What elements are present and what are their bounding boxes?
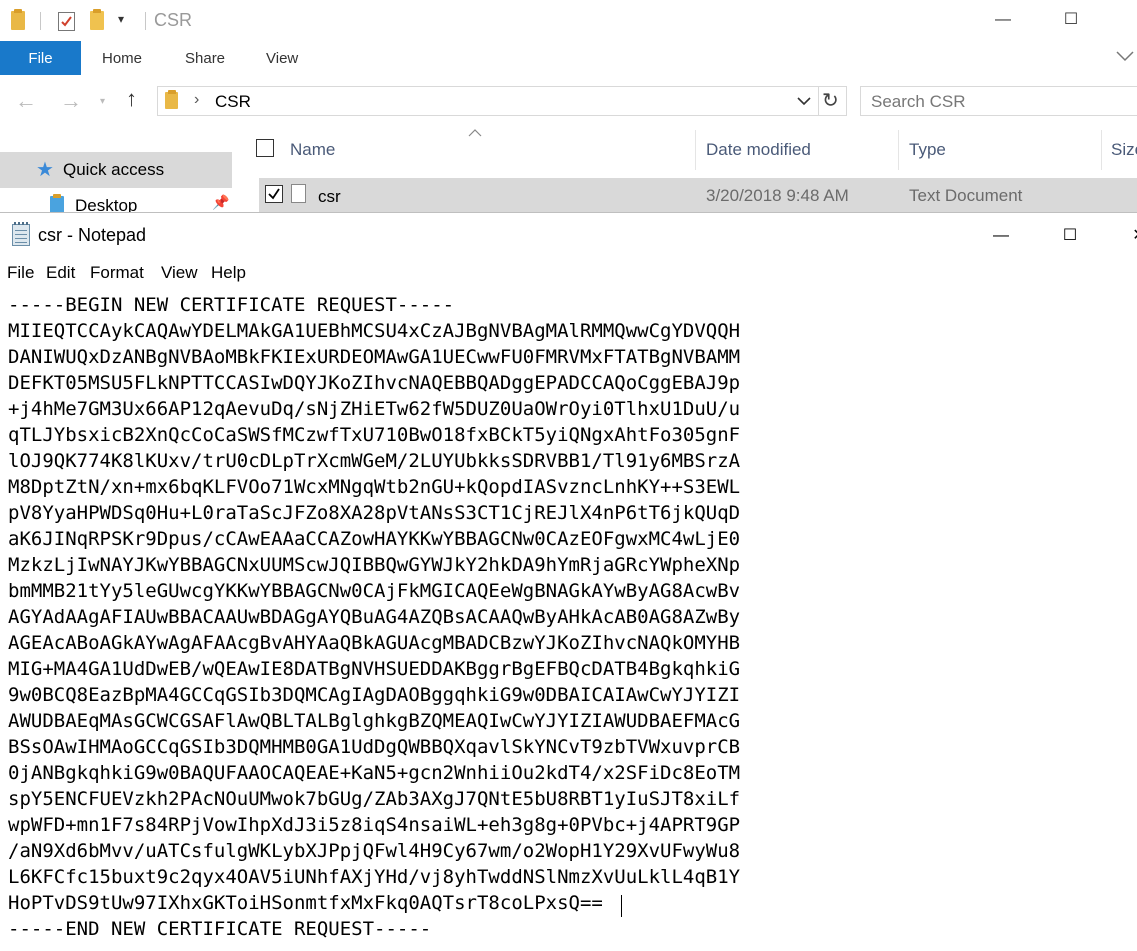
file-explorer-window: ▾ CSR — ☐ File Home Share View ← → ▾ ↑ ›… (0, 0, 1137, 212)
recent-locations-icon[interactable]: ▾ (100, 96, 105, 107)
minimize-button[interactable]: — (988, 6, 1018, 34)
properties-icon[interactable] (58, 12, 75, 31)
divider (40, 12, 41, 30)
menu-format[interactable]: Format (90, 263, 144, 283)
menu-view[interactable]: View (161, 263, 198, 283)
column-header-type[interactable]: Type (909, 140, 946, 160)
ribbon-view-tab[interactable]: View (266, 41, 298, 75)
column-header-date-modified[interactable]: Date modified (706, 140, 811, 160)
row-checkbox[interactable] (265, 185, 283, 203)
minimize-button[interactable]: — (986, 221, 1016, 251)
column-header-size[interactable]: Size (1111, 140, 1137, 160)
breadcrumb-separator-icon[interactable]: › (194, 91, 199, 109)
search-box[interactable]: Search CSR (860, 86, 1137, 116)
ribbon-expand-icon[interactable] (1115, 49, 1135, 67)
text-document-icon (291, 184, 306, 203)
file-row-csr[interactable]: csr 3/20/2018 9:48 AM Text Document (259, 178, 1137, 212)
menu-file[interactable]: File (7, 263, 34, 283)
notepad-titlebar: csr - Notepad — ☐ ✕ (0, 213, 1137, 259)
file-date-modified: 3/20/2018 9:48 AM (706, 186, 849, 205)
star-icon: ★ (36, 159, 54, 181)
menu-help[interactable]: Help (211, 263, 246, 283)
column-divider[interactable] (695, 130, 696, 170)
maximize-button[interactable]: ☐ (1055, 221, 1085, 251)
nav-item-desktop[interactable]: Desktop (75, 196, 137, 212)
folder-icon[interactable] (11, 9, 25, 30)
back-arrow-icon[interactable]: ← (15, 88, 37, 114)
explorer-titlebar: ▾ CSR — ☐ (0, 0, 1137, 41)
certificate-request-text[interactable]: -----BEGIN NEW CERTIFICATE REQUEST----- … (8, 292, 740, 942)
folder-icon (165, 90, 178, 109)
new-folder-icon[interactable] (90, 9, 104, 30)
file-name[interactable]: csr (318, 187, 341, 207)
notepad-window-title: csr - Notepad (38, 225, 147, 245)
sort-ascending-icon (468, 124, 482, 142)
address-dropdown-icon[interactable] (796, 94, 812, 112)
text-caret (621, 895, 622, 917)
desktop-folder-icon (50, 194, 64, 212)
forward-arrow-icon[interactable]: → (60, 88, 82, 114)
ribbon-file-tab[interactable]: File (0, 41, 81, 75)
menu-bar: File Edit Format View Help (0, 259, 1137, 289)
close-button[interactable]: ✕ (1124, 221, 1137, 251)
menu-edit[interactable]: Edit (46, 263, 75, 283)
address-bar[interactable]: › CSR ↻ (157, 86, 847, 116)
divider (145, 12, 146, 30)
file-type: Text Document (909, 186, 1023, 205)
column-divider[interactable] (1101, 130, 1102, 170)
maximize-button[interactable]: ☐ (1056, 6, 1086, 34)
notepad-window: csr - Notepad — ☐ ✕ File Edit Format Vie… (0, 212, 1137, 951)
column-divider[interactable] (898, 130, 899, 170)
text-editor[interactable]: -----BEGIN NEW CERTIFICATE REQUEST----- … (0, 289, 1137, 951)
ribbon-home-tab[interactable]: Home (102, 41, 142, 75)
ribbon-share-tab[interactable]: Share (185, 41, 225, 75)
notepad-icon[interactable] (12, 222, 30, 246)
search-input[interactable]: Search CSR (871, 92, 965, 112)
breadcrumb-csr[interactable]: CSR (215, 92, 251, 112)
nav-item-quick-access[interactable]: ★ Quick access (0, 152, 232, 188)
nav-item-label: Quick access (63, 160, 165, 179)
column-header-name[interactable]: Name (290, 140, 335, 160)
customize-toolbar-icon[interactable]: ▾ (118, 12, 124, 26)
explorer-window-title: CSR (154, 10, 193, 30)
divider (818, 87, 819, 115)
refresh-icon[interactable]: ↻ (822, 88, 839, 113)
pin-icon[interactable]: 📌 (212, 194, 229, 211)
up-arrow-icon[interactable]: ↑ (126, 86, 137, 112)
select-all-checkbox[interactable] (256, 139, 274, 157)
